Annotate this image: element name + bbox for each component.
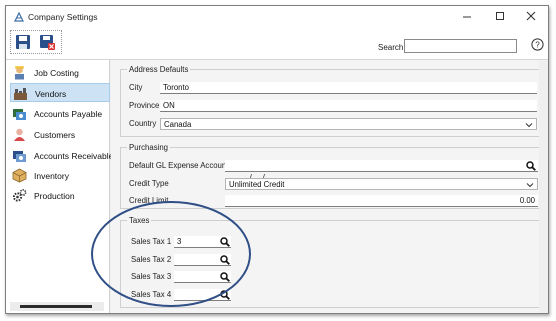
purchasing-group: Purchasing Default GL Expense Account / …	[120, 143, 543, 209]
chevron-down-icon	[525, 123, 533, 128]
help-icon: ?	[531, 38, 544, 51]
maximize-icon	[496, 12, 504, 20]
production-icon	[12, 189, 27, 202]
address-defaults-group: Address Defaults City Toronto Province O…	[120, 65, 543, 137]
search-input[interactable]	[404, 39, 517, 53]
search-label: Search	[378, 43, 404, 52]
sidebar-item-job-costing[interactable]: Job Costing	[10, 63, 110, 82]
sidebar-item-production[interactable]: Production	[10, 186, 110, 205]
sidebar-item-label: Vendors	[35, 89, 67, 99]
credit-type-select[interactable]: Unlimited Credit	[225, 178, 538, 190]
inventory-icon	[12, 168, 27, 183]
help-button[interactable]: ?	[531, 38, 544, 51]
save-button[interactable]	[15, 34, 33, 51]
province-field[interactable]: ON	[160, 100, 537, 112]
company-settings-window: Company Settings Search ? Job Costing Ve…	[5, 5, 549, 314]
chevron-down-icon	[526, 183, 534, 188]
maximize-button[interactable]	[488, 8, 512, 24]
credit-type-value: Unlimited Credit	[229, 180, 285, 189]
sidebar-item-label: Inventory	[34, 171, 69, 181]
sidebar-item-customers[interactable]: Customers	[10, 125, 110, 144]
credit-type-label: Credit Type	[129, 179, 169, 188]
panel-scrollbar[interactable]	[539, 61, 548, 313]
job-costing-icon	[15, 66, 24, 80]
sidebar-item-label: Accounts Payable	[34, 109, 103, 119]
sidebar-item-label: Customers	[34, 130, 76, 140]
save-and-close-icon	[40, 35, 55, 50]
gl-expense-field[interactable]: / /	[225, 160, 538, 182]
save-icon	[16, 35, 30, 49]
gl-expense-label: Default GL Expense Account	[129, 161, 229, 170]
app-icon	[14, 12, 24, 22]
city-field[interactable]: Toronto	[160, 82, 537, 94]
svg-text:?: ?	[535, 40, 540, 49]
credit-limit-value: 0.00	[519, 196, 535, 205]
country-value: Canada	[164, 120, 192, 129]
group-title: Address Defaults	[127, 65, 191, 74]
country-label: Country	[129, 119, 157, 128]
sidebar-item-inventory[interactable]: Inventory	[10, 166, 110, 185]
group-title: Purchasing	[127, 143, 171, 152]
city-value: Toronto	[163, 83, 190, 92]
sidebar-item-vendors[interactable]: Vendors	[10, 83, 110, 102]
credit-limit-field[interactable]: 0.00	[225, 195, 538, 207]
search-icon[interactable]	[526, 161, 536, 171]
customers-icon	[14, 128, 25, 141]
close-icon	[526, 11, 536, 21]
minimize-button[interactable]	[455, 8, 479, 24]
sidebar-item-accounts-payable[interactable]: Accounts Payable	[10, 104, 110, 123]
title-bar: Company Settings	[6, 6, 548, 26]
sidebar-item-label: Production	[34, 191, 75, 201]
sidebar-item-label: Job Costing	[34, 68, 79, 78]
close-button[interactable]	[519, 8, 543, 24]
accounts-payable-icon	[13, 109, 26, 120]
toolbar: Search ?	[6, 26, 548, 60]
sidebar-item-accounts-receivable[interactable]: Accounts Receivable	[10, 146, 114, 165]
city-label: City	[129, 83, 143, 92]
save-and-close-button[interactable]	[39, 34, 57, 51]
accounts-receivable-icon	[13, 151, 26, 162]
toolbar-button-group	[10, 30, 62, 54]
minimize-icon	[463, 16, 471, 18]
province-value: ON	[163, 101, 175, 110]
annotation-circle	[91, 201, 251, 307]
sidebar-item-label: Accounts Receivable	[34, 151, 114, 161]
settings-sidebar: Job Costing Vendors Accounts Payable Cus…	[6, 60, 114, 313]
window-title: Company Settings	[28, 12, 98, 22]
province-label: Province	[129, 101, 160, 110]
sidebar-scrollbar-thumb[interactable]	[20, 305, 92, 308]
vendors-icon	[14, 88, 27, 100]
country-select[interactable]: Canada	[160, 118, 537, 130]
